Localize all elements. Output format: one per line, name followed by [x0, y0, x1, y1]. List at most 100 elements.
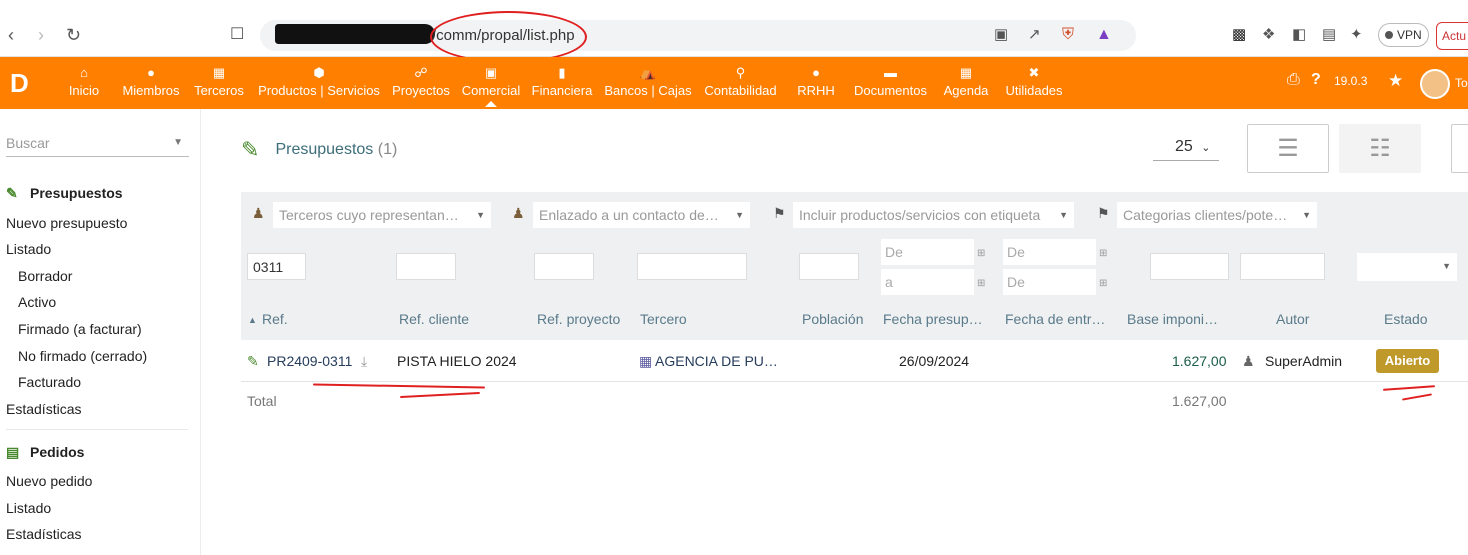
column-date[interactable]: Fecha presup… [883, 311, 983, 327]
wallet-icon[interactable]: ▤ [1322, 26, 1336, 44]
menu-inicio[interactable]: ⌂ Inicio [66, 65, 102, 98]
total-amount: 1.627,00 [1172, 393, 1227, 409]
filter-customer-category[interactable]: Categorias clientes/pote… ▼ [1117, 202, 1317, 228]
calendar-icon[interactable]: ⊞ [977, 248, 985, 259]
sidebar-item-listado[interactable]: Listado [6, 241, 51, 257]
column-ref[interactable]: Ref. [262, 311, 288, 327]
filter-date-to[interactable]: a [881, 269, 974, 295]
sidebar-item-firmado[interactable]: Firmado (a facturar) [18, 321, 142, 337]
search-dollar-icon: ⚲ [735, 65, 746, 80]
share-icon[interactable]: ↗ [1028, 26, 1041, 44]
row-ref-link[interactable]: PR2409-0311 [267, 353, 352, 369]
sidebar-item-listado-pedidos[interactable]: Listado [6, 500, 51, 516]
filter-delivery-to[interactable]: De [1003, 269, 1096, 295]
annotation-underline [1402, 393, 1432, 401]
user-name[interactable]: To [1455, 76, 1468, 90]
sidebar-item-nuevo-pedido[interactable]: Nuevo pedido [6, 473, 92, 489]
calendar-icon[interactable]: ⊞ [1099, 248, 1107, 259]
menu-financiera[interactable]: ▮ Financiera [531, 65, 593, 98]
sidebar-item-activo[interactable]: Activo [18, 294, 56, 310]
chevron-down-icon: ▼ [735, 210, 744, 220]
sidebar-toggle-icon[interactable]: ◧ [1292, 26, 1306, 44]
sidebar-item-facturado[interactable]: Facturado [18, 374, 81, 390]
puzzle-icon[interactable]: ❖ [1262, 26, 1275, 44]
extra-view-button[interactable] [1451, 124, 1468, 173]
column-ref-client[interactable]: Ref. cliente [399, 311, 469, 327]
sparkle-icon[interactable]: ✦ [1350, 26, 1363, 44]
filter-author-input[interactable] [1240, 253, 1325, 280]
column-ref-project[interactable]: Ref. proyecto [537, 311, 620, 327]
sidebar-heading-presupuestos[interactable]: ✎ Presupuestos [6, 185, 123, 202]
calendar-icon[interactable]: ⊞ [1099, 278, 1107, 289]
menu-comercial[interactable]: ▣ Comercial [461, 65, 521, 107]
bookmark-icon[interactable]: ☐ [230, 26, 244, 44]
filter-date-from[interactable]: De [881, 239, 974, 265]
sidebar-item-estadisticas-pedidos[interactable]: Estadísticas [6, 526, 81, 542]
filter-amount-input[interactable] [1150, 253, 1229, 280]
sidebar-item-estadisticas[interactable]: Estadísticas [6, 401, 81, 417]
sidebar-item-no-firmado[interactable]: No firmado (cerrado) [18, 348, 147, 364]
filter-ref-project-input[interactable] [534, 253, 594, 280]
filter-thirdparty-input[interactable] [637, 253, 747, 280]
filter-town-input[interactable] [799, 253, 859, 280]
download-icon[interactable]: ⤓ [361, 353, 367, 370]
filter-ref-client-input[interactable] [396, 253, 456, 280]
menu-rrhh[interactable]: ● RRHH [796, 65, 836, 98]
filter-thirdparty-rep[interactable]: Terceros cuyo representan… ▼ [273, 202, 491, 228]
avatar[interactable] [1420, 69, 1450, 99]
filter-delivery-from[interactable]: De [1003, 239, 1096, 265]
sidebar-heading-pedidos[interactable]: ▤ Pedidos [6, 444, 84, 461]
menu-contabilidad[interactable]: ⚲ Contabilidad [703, 65, 778, 98]
print-icon[interactable]: ⎙ [1287, 71, 1300, 89]
page-limit-select[interactable]: 25 ⌄ [1153, 134, 1219, 161]
menu-productos[interactable]: ⬢ Productos | Servicios [258, 65, 380, 98]
column-thirdparty[interactable]: Tercero [640, 311, 687, 327]
calendar-icon[interactable]: ⊞ [977, 278, 985, 289]
filter-ref-input[interactable] [247, 253, 306, 280]
folder-icon: ▬ [884, 65, 897, 80]
search-select[interactable]: Buscar ▼ [6, 135, 189, 157]
back-icon[interactable]: ‹ [8, 26, 14, 44]
column-status[interactable]: Estado [1384, 311, 1428, 327]
annotation-circle [430, 11, 587, 63]
row-author-link[interactable]: SuperAdmin [1265, 353, 1342, 369]
brave-shield-icon[interactable]: ⛨ [1062, 26, 1074, 44]
sidebar-item-nuevo-presupuesto[interactable]: Nuevo presupuesto [6, 215, 127, 231]
user-icon: ♟ [252, 205, 265, 221]
rewards-icon[interactable]: ▲ [1096, 26, 1112, 44]
column-delivery-date[interactable]: Fecha de entr… [1005, 311, 1105, 327]
dolibarr-logo[interactable]: D [10, 69, 36, 97]
cast-icon[interactable]: ▣ [994, 26, 1008, 44]
proposal-icon: ✎ [241, 137, 260, 162]
menu-proyectos[interactable]: ☍ Proyectos [391, 65, 451, 98]
column-town[interactable]: Población [802, 311, 864, 327]
vpn-button[interactable]: VPN [1378, 23, 1429, 47]
filter-linked-contact[interactable]: Enlazado a un contacto de… ▼ [533, 202, 750, 228]
menu-utilidades[interactable]: ✖ Utilidades [1004, 65, 1064, 98]
extension-icon[interactable]: ▩ [1232, 26, 1246, 44]
kanban-view-button[interactable]: ☷ [1339, 124, 1421, 173]
sort-asc-icon[interactable]: ▲ [248, 315, 257, 325]
row-thirdparty-link[interactable]: AGENCIA DE PU… [655, 353, 778, 369]
bookmarks-star-icon[interactable]: ★ [1388, 71, 1403, 91]
row-amount: 1.627,00 [1172, 353, 1227, 369]
filter-status-select[interactable]: ▼ [1357, 253, 1457, 281]
chevron-down-icon: ▼ [1442, 261, 1451, 271]
menu-documentos[interactable]: ▬ Documentos [853, 65, 928, 98]
column-amount[interactable]: Base imponi… [1127, 311, 1218, 327]
menu-bancos[interactable]: ⛺ Bancos | Cajas [604, 65, 692, 98]
column-author[interactable]: Autor [1276, 311, 1309, 327]
filter-product-tag[interactable]: Incluir productos/servicios con etiqueta… [793, 202, 1074, 228]
update-button[interactable]: Actu [1436, 22, 1468, 50]
home-icon: ⌂ [80, 65, 88, 80]
menu-miembros[interactable]: ● Miembros [122, 65, 180, 98]
menu-agenda[interactable]: ▦ Agenda [942, 65, 990, 98]
menu-terceros[interactable]: ▦ Terceros [194, 65, 244, 98]
list-view-button[interactable]: ☰ [1247, 124, 1329, 173]
help-icon[interactable]: ? [1311, 71, 1321, 89]
forward-icon[interactable]: › [38, 26, 44, 44]
total-label: Total [247, 393, 277, 409]
sidebar-item-borrador[interactable]: Borrador [18, 268, 72, 284]
reload-icon[interactable]: ↻ [66, 26, 81, 44]
vpn-status-icon [1385, 31, 1393, 39]
